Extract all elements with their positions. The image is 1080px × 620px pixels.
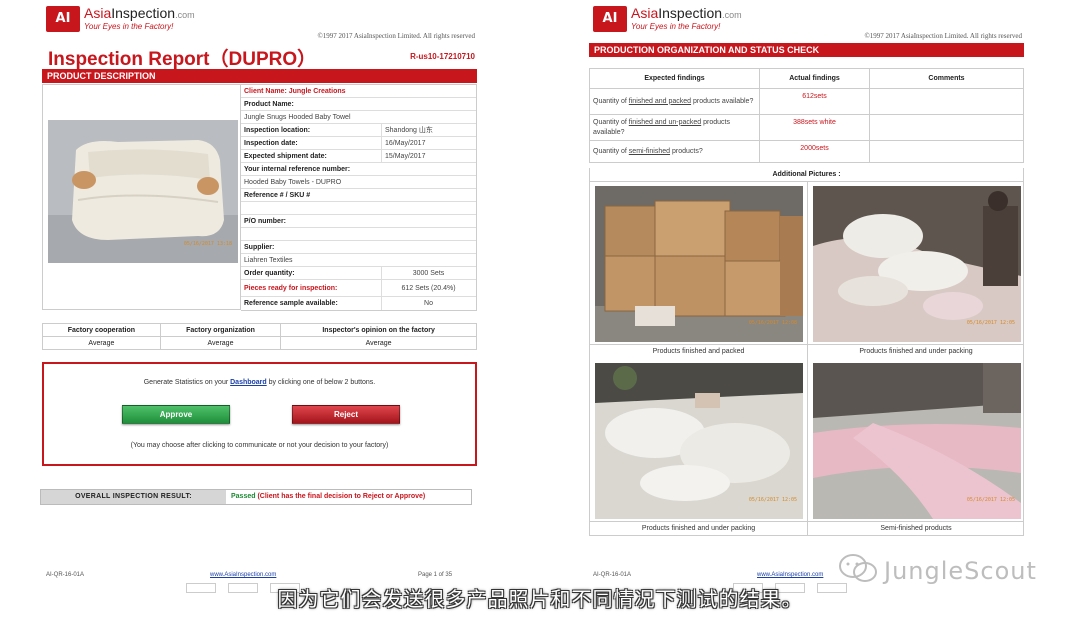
copyright: ©1997 2017 AsiaInspection Limited. All r…	[317, 32, 475, 40]
photo-semi-finished: 05/16/2017 12:05	[813, 363, 1021, 519]
internal-ref-value-row: Hooded Baby Towels - DUPRO	[241, 176, 476, 189]
logo-slogan: Your Eyes in the Factory!	[84, 22, 174, 31]
report-reference: R-us10-17210710	[410, 52, 475, 61]
logo-slogan: Your Eyes in the Factory!	[631, 22, 721, 31]
reject-button[interactable]: Reject	[292, 405, 400, 424]
table-row: Quantity of finished and un-packed produ…	[589, 114, 1024, 141]
photo-timestamp: 05/16/2017 13:18	[183, 241, 232, 247]
video-subtitle: 因为它们会发送很多产品照片和不同情况下测试的结果。	[277, 587, 803, 611]
comment-cell	[869, 114, 1024, 141]
footer-form-code: AI-QR-16-01A	[46, 572, 85, 578]
expected-finding-cell: Quantity of semi-finished products?	[589, 140, 760, 163]
actual-finding-cell: 388sets white	[759, 114, 870, 141]
footer-page-number: Page 1 of 35	[418, 572, 453, 578]
asiainspection-logo: AI AsiaInspection.com Your Eyes in the F…	[46, 5, 221, 36]
table-row: Quantity of finished and packed products…	[589, 88, 1024, 115]
actual-finding-cell: 612sets	[759, 88, 870, 115]
photo-timestamp: 05/16/2017 12:08	[748, 320, 797, 326]
comment-cell	[869, 140, 1024, 163]
inspection-date-row: Inspection date: 16/May/2017	[241, 137, 476, 150]
comment-cell	[869, 88, 1024, 115]
footer-form-code: AI-QR-16-01A	[593, 572, 632, 578]
overall-result: OVERALL INSPECTION RESULT: Passed (Clien…	[40, 489, 472, 505]
footer-website-link[interactable]: www.AsiaInspection.com	[757, 572, 823, 578]
factory-organization-value: Average	[159, 336, 282, 350]
inspector-opinion-header: Inspector's opinion on the factory	[280, 323, 477, 337]
overall-result-value: Passed (Client has the final decision to…	[231, 493, 426, 500]
photo-timestamp: 05/16/2017 12:05	[966, 497, 1015, 503]
client-name-row: Client Name: Jungle Creations	[241, 85, 476, 98]
factory-cooperation-header: Factory cooperation	[42, 323, 161, 337]
asiainspection-logo: AI AsiaInspection.com Your Eyes in the F…	[593, 5, 768, 36]
product-photo-cell: 05/16/2017 13:18	[42, 84, 241, 310]
supplier-label-row: Supplier:	[241, 241, 476, 254]
sku-value-row	[241, 202, 476, 215]
shipment-date-row: Expected shipment date: 15/May/2017	[241, 150, 476, 163]
dashboard-instruction: Generate Statistics on your Dashboard by…	[143, 379, 376, 386]
inspection-location-row: Inspection location: Shandong 山东	[241, 124, 476, 137]
supplier-value-row: Liahren Textiles	[241, 254, 476, 267]
po-label-row: P/O number:	[241, 215, 476, 228]
inspector-opinion-value: Average	[280, 336, 477, 350]
section-production-status: PRODUCTION ORGANIZATION AND STATUS CHECK	[589, 43, 1024, 57]
additional-pictures-grid: 05/16/2017 12:08 Products finished and p…	[589, 181, 1024, 536]
actual-findings-header: Actual findings	[759, 68, 870, 89]
report-page-1: AI AsiaInspection.com Your Eyes in the F…	[38, 0, 483, 595]
actual-finding-cell: 2000sets	[759, 140, 870, 163]
expected-finding-cell: Quantity of finished and packed products…	[589, 88, 760, 115]
overall-result-label: OVERALL INSPECTION RESULT:	[41, 490, 226, 504]
picture-cell: 05/16/2017 12:08 Products finished and p…	[590, 182, 807, 359]
production-findings-table: Expected findings Actual findings Commen…	[589, 68, 1024, 163]
reference-sample-row: Reference sample available: No	[241, 297, 476, 310]
section-product-description: PRODUCT DESCRIPTION	[42, 69, 477, 83]
dashboard-note: (You may choose after clicking to commun…	[130, 442, 389, 449]
expected-findings-header: Expected findings	[589, 68, 760, 89]
photo-timestamp: 05/16/2017 12:05	[966, 320, 1015, 326]
order-quantity-row: Order quantity: 3000 Sets	[241, 267, 476, 280]
picture-caption: Products finished and packed	[590, 344, 807, 358]
comments-header: Comments	[869, 68, 1024, 89]
footer-website-link[interactable]: www.AsiaInspection.com	[210, 572, 276, 578]
photo-under-packing-2: 05/16/2017 12:05	[595, 363, 803, 519]
po-value-row	[241, 228, 476, 241]
internal-ref-label-row: Your internal reference number:	[241, 163, 476, 176]
logo-badge: AI	[593, 6, 627, 32]
report-title: Inspection Report（DUPRO）	[48, 49, 317, 70]
watermark-text: JungleScout	[884, 557, 1037, 585]
product-details-table: Client Name: Jungle Creations Product Na…	[241, 84, 477, 311]
picture-cell: 05/16/2017 12:05 Products finished and u…	[807, 182, 1024, 359]
factory-cooperation-value: Average	[42, 336, 161, 350]
logo-name: AsiaInspection.com	[631, 5, 742, 21]
approve-button[interactable]: Approve	[122, 405, 230, 424]
dashboard-link[interactable]: Dashboard	[230, 379, 267, 386]
logo-name: AsiaInspection.com	[84, 5, 195, 21]
picture-cell: 05/16/2017 12:05 Products finished and u…	[590, 359, 807, 536]
report-page-2: AI AsiaInspection.com Your Eyes in the F…	[585, 0, 1030, 595]
picture-caption: Semi-finished products	[808, 521, 1024, 535]
product-photo: 05/16/2017 13:18	[48, 120, 238, 263]
pieces-ready-row: Pieces ready for inspection: 612 Sets (20…	[241, 280, 476, 297]
product-name-label-row: Product Name:	[241, 98, 476, 111]
product-name-value-row: Jungle Snugs Hooded Baby Towel	[241, 111, 476, 124]
photo-under-packing-1: 05/16/2017 12:05	[813, 186, 1021, 342]
picture-cell: 05/16/2017 12:05 Semi-finished products	[807, 359, 1024, 536]
factory-organization-header: Factory organization	[159, 323, 282, 337]
photo-timestamp: 05/16/2017 12:05	[748, 497, 797, 503]
logo-badge: AI	[46, 6, 80, 32]
sku-label-row: Reference # / SKU #	[241, 189, 476, 202]
factory-assessment-table: Factory cooperation Factory organization…	[42, 323, 477, 350]
copyright: ©1997 2017 AsiaInspection Limited. All r…	[864, 32, 1022, 40]
table-row: Quantity of semi-finished products? 2000…	[589, 140, 1024, 163]
dashboard-decision-box: Generate Statistics on your Dashboard by…	[42, 362, 477, 466]
photo-packed-boxes: 05/16/2017 12:08	[595, 186, 803, 342]
additional-pictures-heading: Additional Pictures :	[589, 168, 1024, 182]
expected-finding-cell: Quantity of finished and un-packed produ…	[589, 114, 760, 141]
picture-caption: Products finished and under packing	[590, 521, 807, 535]
picture-caption: Products finished and under packing	[808, 344, 1024, 358]
